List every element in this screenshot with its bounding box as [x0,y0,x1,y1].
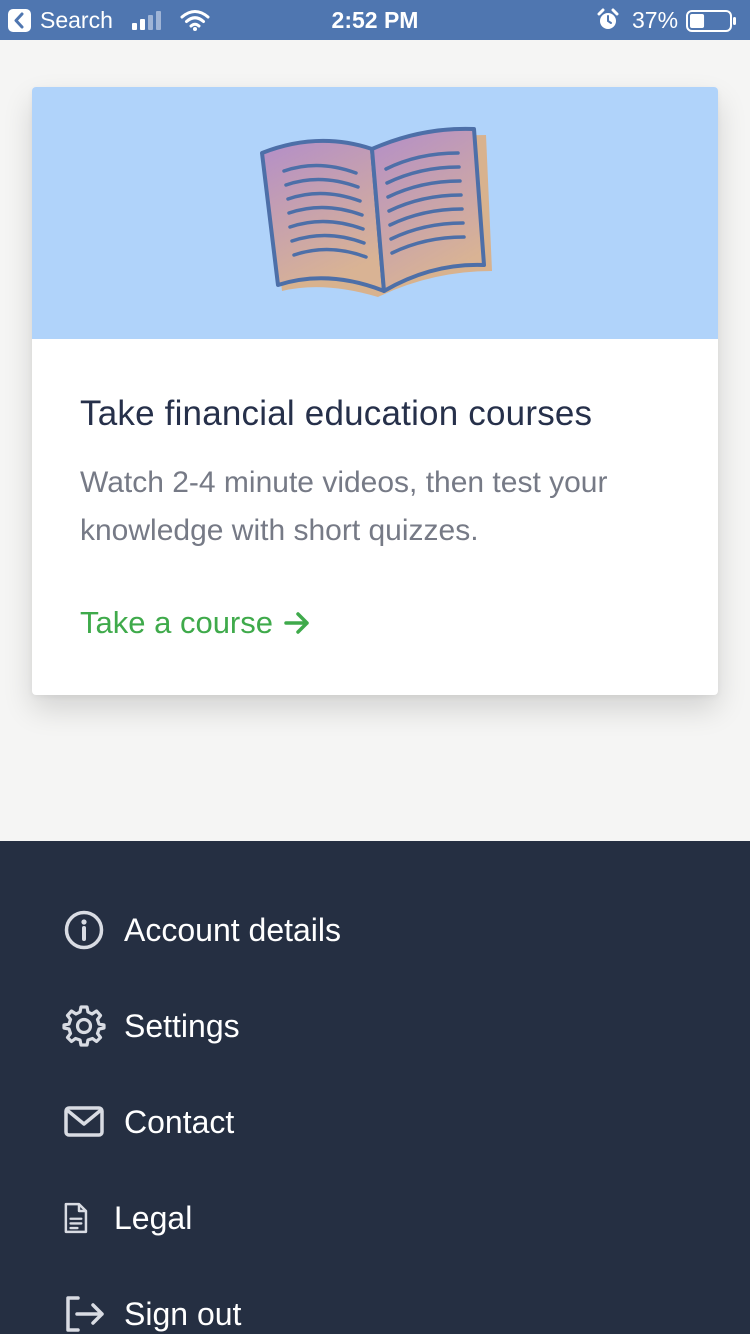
gear-icon [62,1005,106,1047]
info-icon [64,910,104,950]
menu-label-account-details: Account details [124,911,342,948]
take-a-course-label: Take a course [80,605,273,640]
mail-icon [64,1106,104,1137]
menu-label-settings: Settings [124,1007,240,1044]
menu-item-account-details[interactable]: Account details [62,905,341,955]
card-description: Watch 2-4 minute videos, then test your … [80,466,608,547]
menu-item-settings[interactable]: Settings [62,1001,240,1051]
status-bar: Search 2:52 PM 37% [0,0,750,40]
card-title: Take financial education courses [80,394,593,433]
battery-icon [686,10,736,32]
menu-label-sign-out: Sign out [124,1295,242,1332]
open-book-icon [260,126,492,297]
battery-percent: 37% [632,7,679,33]
course-card: Take financial education courses Watch 2… [32,87,718,695]
menu-label-legal: Legal [114,1199,193,1236]
menu-item-sign-out[interactable]: Sign out [62,1289,241,1334]
alarm-icon [597,8,619,29]
document-icon [64,1202,88,1234]
arrow-right-icon [284,612,309,634]
menu-item-legal[interactable]: Legal [62,1193,192,1243]
card-hero [32,87,718,339]
menu-label-contact: Contact [124,1103,235,1140]
take-a-course-link[interactable]: Take a course [80,605,311,641]
sign-out-icon [66,1296,104,1332]
account-menu: Account details Settings Contact Legal S… [0,841,750,1334]
menu-item-contact[interactable]: Contact [62,1097,234,1147]
